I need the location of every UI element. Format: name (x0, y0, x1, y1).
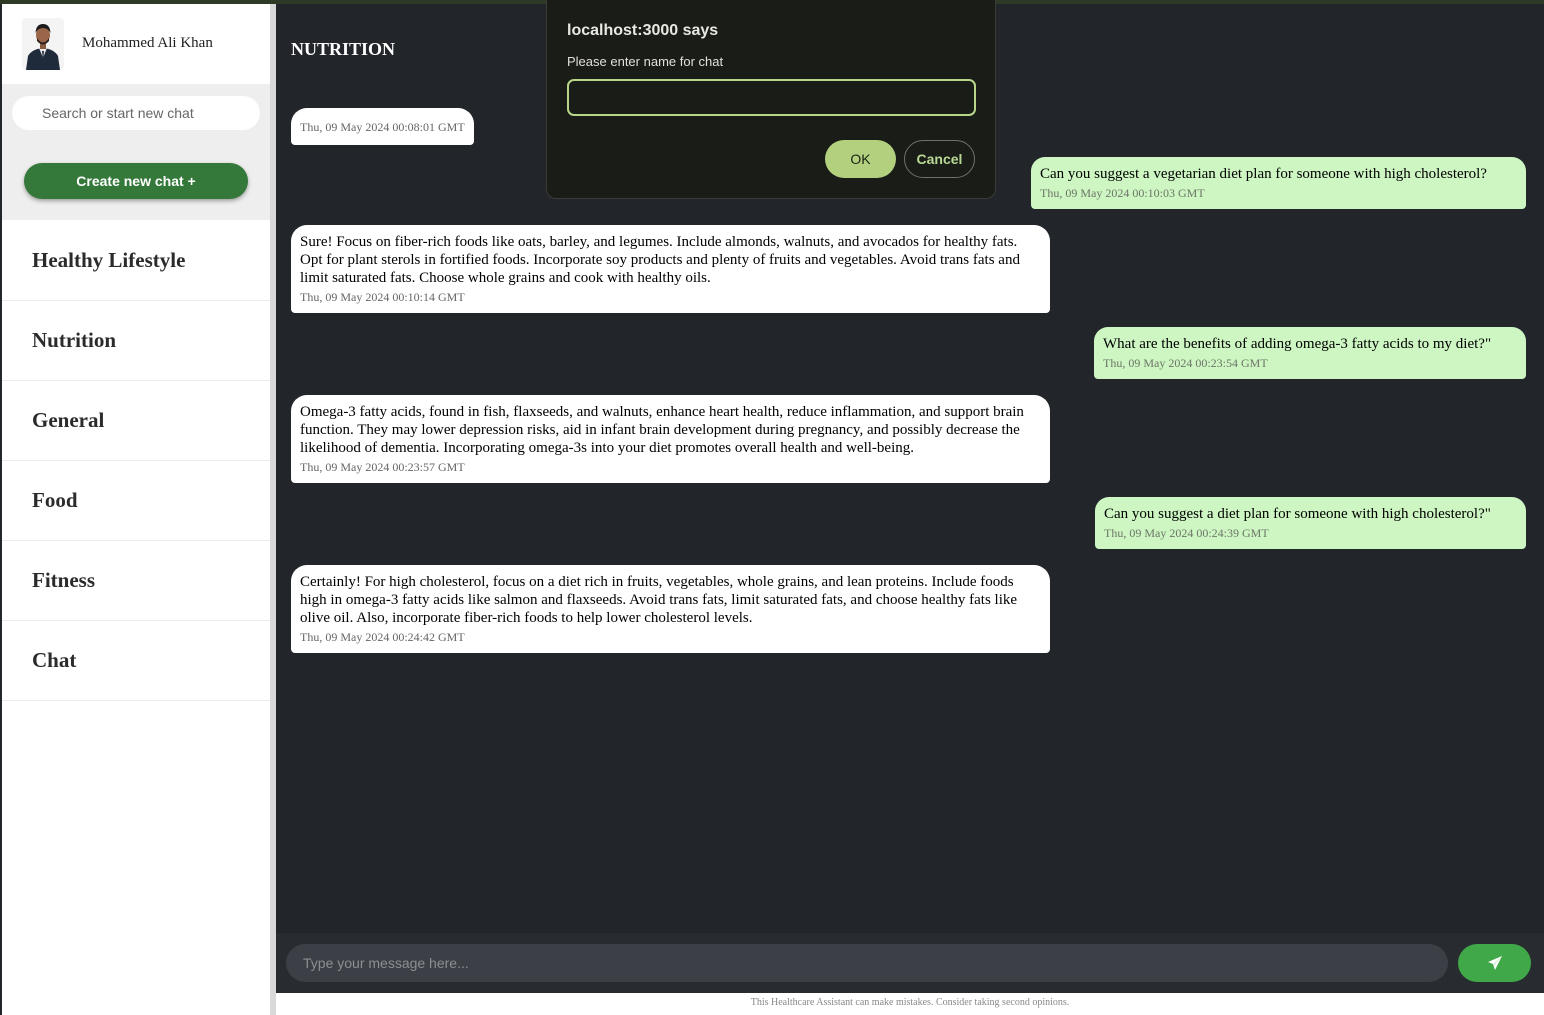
profile-header: Mohammed Ali Khan (2, 4, 270, 84)
sidebar: Mohammed Ali Khan Create new chat + Heal… (2, 4, 270, 1015)
message-timestamp: Thu, 09 May 2024 00:08:01 GMT (291, 108, 474, 145)
assistant-message: Omega-3 fatty acids, found in fish, flax… (291, 395, 1050, 483)
disclaimer-footer: This Healthcare Assistant can make mista… (276, 993, 1544, 1015)
message-input[interactable] (286, 944, 1448, 982)
page-title: NUTRITION (291, 39, 396, 59)
send-button[interactable] (1458, 944, 1531, 982)
message-timestamp: Thu, 09 May 2024 00:24:42 GMT (300, 630, 465, 644)
message-text: Can you suggest a vegetarian diet plan f… (1040, 166, 1487, 182)
avatar[interactable] (22, 18, 64, 70)
chat-item-food[interactable]: Food (2, 461, 270, 541)
message-text: What are the benefits of adding omega-3 … (1103, 336, 1492, 352)
chat-list: Healthy Lifestyle Nutrition General Food… (2, 220, 270, 701)
search-input[interactable] (12, 96, 260, 130)
message-text: Can you suggest a diet plan for someone … (1104, 506, 1491, 522)
prompt-dialog: localhost:3000 says Please enter name fo… (546, 0, 996, 199)
chat-item-fitness[interactable]: Fitness (2, 541, 270, 621)
message-timestamp: Thu, 09 May 2024 00:10:14 GMT (300, 290, 465, 304)
ok-button[interactable]: OK (825, 140, 896, 178)
paper-plane-icon (1487, 956, 1502, 970)
cancel-button[interactable]: Cancel (904, 140, 975, 178)
assistant-message: Sure! Focus on fiber-rich foods like oat… (291, 225, 1050, 313)
chat-name-input[interactable] (567, 79, 976, 116)
chat-item-chat[interactable]: Chat (2, 621, 270, 701)
message-timestamp: Thu, 09 May 2024 00:23:54 GMT (1103, 356, 1268, 370)
user-message: Can you suggest a vegetarian diet plan f… (1031, 157, 1526, 209)
profile-name: Mohammed Ali Khan (82, 35, 213, 51)
message-text: Omega-3 fatty acids, found in fish, flax… (300, 404, 1024, 456)
search-area (2, 84, 270, 144)
message-composer (276, 933, 1544, 993)
create-chat-area: Create new chat + (2, 144, 270, 220)
assistant-message: Certainly! For high cholesterol, focus o… (291, 565, 1050, 653)
message-timestamp: Thu, 09 May 2024 00:23:57 GMT (300, 460, 465, 474)
dialog-title: localhost:3000 says (567, 22, 719, 39)
message-text: Sure! Focus on fiber-rich foods like oat… (300, 234, 1020, 286)
user-message: What are the benefits of adding omega-3 … (1094, 327, 1526, 379)
message-text: Certainly! For high cholesterol, focus o… (300, 574, 1018, 626)
message-timestamp: Thu, 09 May 2024 00:24:39 GMT (1104, 526, 1269, 540)
chat-item-healthy-lifestyle[interactable]: Healthy Lifestyle (2, 220, 270, 301)
message-timestamp: Thu, 09 May 2024 00:10:03 GMT (1040, 186, 1205, 200)
chat-item-general[interactable]: General (2, 381, 270, 461)
chat-item-nutrition[interactable]: Nutrition (2, 301, 270, 381)
create-new-chat-button[interactable]: Create new chat + (24, 163, 248, 199)
user-message: Can you suggest a diet plan for someone … (1095, 497, 1526, 549)
dialog-message: Please enter name for chat (567, 54, 724, 69)
